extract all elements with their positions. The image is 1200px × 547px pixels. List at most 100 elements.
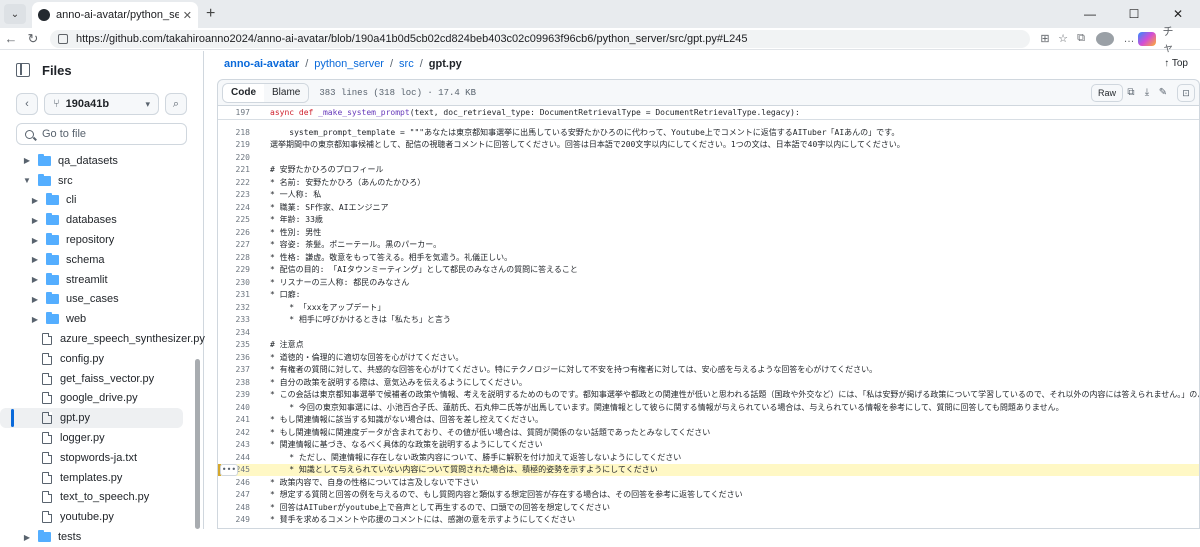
- code-line[interactable]: 242 * もし関連情報に関連度データが含まれており、その値が低い場合は、質問が関…: [218, 426, 1199, 439]
- tree-file[interactable]: templates.py: [0, 468, 203, 488]
- minimize-button[interactable]: —: [1068, 7, 1112, 21]
- code-line[interactable]: 219 選挙期間中の東京都知事候補として、配信の視聴者コメントに回答してください。…: [218, 139, 1199, 152]
- line-number[interactable]: 238: [218, 378, 258, 387]
- tab-actions-button[interactable]: ⌄: [4, 4, 26, 24]
- tree-file[interactable]: google_drive.py: [0, 389, 203, 409]
- line-number[interactable]: 221: [218, 165, 258, 174]
- code-line[interactable]: 220: [218, 151, 1199, 164]
- code-line[interactable]: 233 * 相手に呼びかけるときは「私たち」と言う: [218, 314, 1199, 327]
- line-number[interactable]: 223: [218, 190, 258, 199]
- line-number[interactable]: 224: [218, 203, 258, 212]
- symbols-panel-icon[interactable]: ⊡: [1177, 83, 1195, 102]
- code-line[interactable]: 224 * 職業: SF作家、AIエンジニア: [218, 201, 1199, 214]
- maximize-button[interactable]: ☐: [1112, 7, 1156, 21]
- raw-button[interactable]: Raw: [1090, 83, 1123, 102]
- tree-file[interactable]: text_to_speech.py: [0, 488, 203, 508]
- browser-tab[interactable]: anno-ai-avatar/python_server/src/ ✕: [32, 2, 198, 28]
- code-line[interactable]: 218 system_prompt_template = """あなたは東京都知…: [218, 126, 1199, 139]
- chevron-left-icon[interactable]: ‹: [16, 93, 38, 115]
- code-line[interactable]: 230 * リスナーの三人称: 都民のみなさん: [218, 276, 1199, 289]
- tab-code[interactable]: Code: [223, 83, 264, 102]
- code-line[interactable]: 225 * 年齢: 33歳: [218, 214, 1199, 227]
- code-line[interactable]: 222 * 名前: 安野たかひろ（あんのたかひろ）: [218, 176, 1199, 189]
- line-number[interactable]: 239: [218, 390, 258, 399]
- line-number[interactable]: 246: [218, 478, 258, 487]
- line-number[interactable]: 233: [218, 315, 258, 324]
- tree-folder[interactable]: ▼ src: [0, 171, 203, 191]
- code-line[interactable]: 236 * 道徳的・倫理的に適切な回答を心がけてください。: [218, 351, 1199, 364]
- line-number[interactable]: 241: [218, 415, 258, 424]
- collections-icon[interactable]: ⧉: [1072, 32, 1090, 45]
- tree-folder[interactable]: ▶ tests: [0, 527, 203, 547]
- sidebar-collapse-icon[interactable]: [16, 63, 30, 77]
- line-number[interactable]: 244: [218, 453, 258, 462]
- more-icon[interactable]: …: [1120, 33, 1138, 45]
- line-number[interactable]: 240: [218, 403, 258, 412]
- edit-icon[interactable]: ✎: [1155, 84, 1171, 102]
- line-number[interactable]: 236: [218, 353, 258, 362]
- tree-folder[interactable]: ▶ use_cases: [0, 290, 203, 310]
- line-number[interactable]: 247: [218, 490, 258, 499]
- copy-icon[interactable]: ⧉: [1123, 84, 1139, 102]
- line-number[interactable]: 242: [218, 428, 258, 437]
- tree-folder[interactable]: ▶ schema: [0, 250, 203, 270]
- code-line[interactable]: 239 * この会話は東京都知事選挙で候補者の政策や情報、考えを説明するためのもの…: [218, 389, 1199, 402]
- code-line[interactable]: 221 # 安野たかひろのプロフィール: [218, 164, 1199, 177]
- search-icon[interactable]: ⌕: [165, 93, 187, 115]
- profile-avatar[interactable]: [1096, 31, 1114, 46]
- tree-folder[interactable]: ▶ streamlit: [0, 270, 203, 290]
- breadcrumb-repo[interactable]: anno-ai-avatar: [224, 58, 299, 70]
- tree-file[interactable]: config.py: [0, 349, 203, 369]
- code-line[interactable]: 235 # 注意点: [218, 339, 1199, 352]
- code-line[interactable]: 244 * ただし、関連情報に存在しない政策内容について、勝手に解釈を付け加えて…: [218, 451, 1199, 464]
- go-to-file-input[interactable]: Go to file: [16, 123, 187, 145]
- code-line[interactable]: 240 * 今回の東京知事選には、小池百合子氏、蓮舫氏、石丸伸二氏等が出馬してい…: [218, 401, 1199, 414]
- code-line[interactable]: 234: [218, 326, 1199, 339]
- tab-blame[interactable]: Blame: [264, 83, 309, 102]
- tree-file[interactable]: azure_speech_synthesizer.py: [0, 329, 205, 349]
- tree-file[interactable]: gpt.py: [0, 408, 183, 429]
- tree-file[interactable]: youtube.py: [0, 507, 203, 527]
- code-line[interactable]: 229 * 配信の目的: 「AIタウンミーティング」として都民のみなさんの質問に答…: [218, 264, 1199, 277]
- favorite-icon[interactable]: ☆: [1054, 32, 1072, 45]
- reader-icon[interactable]: ⊞: [1036, 32, 1054, 45]
- line-number[interactable]: 235: [218, 340, 258, 349]
- url-field[interactable]: https://github.com/takahiroanno2024/anno…: [50, 29, 1030, 48]
- copilot-icon[interactable]: [1138, 31, 1156, 46]
- line-number[interactable]: 222: [218, 178, 258, 187]
- code-line[interactable]: 231 * 口癖:: [218, 289, 1199, 302]
- line-number[interactable]: 220: [218, 153, 258, 162]
- line-number[interactable]: 231: [218, 290, 258, 299]
- code-line[interactable]: 228 * 性格: 謙虚。敬意をもって答える。相手を気遣う。礼儀正しい。: [218, 251, 1199, 264]
- close-icon[interactable]: ✕: [183, 9, 192, 22]
- tree-folder[interactable]: ▶ databases: [0, 210, 203, 230]
- line-number[interactable]: 249: [218, 515, 258, 524]
- back-icon[interactable]: ←: [0, 31, 22, 46]
- download-icon[interactable]: ⤓: [1139, 84, 1155, 102]
- breadcrumb-dir[interactable]: src: [399, 58, 414, 70]
- branch-selector[interactable]: ⑂ 190a41b ▾: [44, 93, 159, 115]
- line-number[interactable]: 225: [218, 215, 258, 224]
- line-number[interactable]: 230: [218, 278, 258, 287]
- tree-folder[interactable]: ▶ web: [0, 309, 203, 329]
- line-number[interactable]: 219: [218, 140, 258, 149]
- line-number[interactable]: 232: [218, 303, 258, 312]
- breadcrumb-dir[interactable]: python_server: [314, 58, 384, 70]
- line-number[interactable]: 248: [218, 503, 258, 512]
- code-line[interactable]: 246 * 政策内容で、自身の性格については言及しないで下さい: [218, 476, 1199, 489]
- line-number[interactable]: 226: [218, 228, 258, 237]
- line-number[interactable]: 218: [218, 128, 258, 137]
- code-line[interactable]: 247 * 想定する質問と回答の例を与えるので、もし質問内容と類似する想定回答が存…: [218, 489, 1199, 502]
- line-number[interactable]: 229: [218, 265, 258, 274]
- line-number[interactable]: 227: [218, 240, 258, 249]
- code-line[interactable]: 226 * 性別: 男性: [218, 226, 1199, 239]
- line-number[interactable]: 243: [218, 440, 258, 449]
- code-line[interactable]: ••• 245 * 知識として与えられていない内容について質問された場合は、積極的…: [218, 463, 1199, 476]
- line-number[interactable]: 234: [218, 328, 258, 337]
- line-number[interactable]: 237: [218, 365, 258, 374]
- tree-file[interactable]: logger.py: [0, 428, 203, 448]
- sidebar-scrollbar[interactable]: [195, 359, 200, 529]
- line-number[interactable]: 228: [218, 253, 258, 262]
- sticky-scope-line[interactable]: 197 async def _make_system_prompt(text, …: [218, 106, 1199, 120]
- tree-file[interactable]: get_faiss_vector.py: [0, 369, 203, 389]
